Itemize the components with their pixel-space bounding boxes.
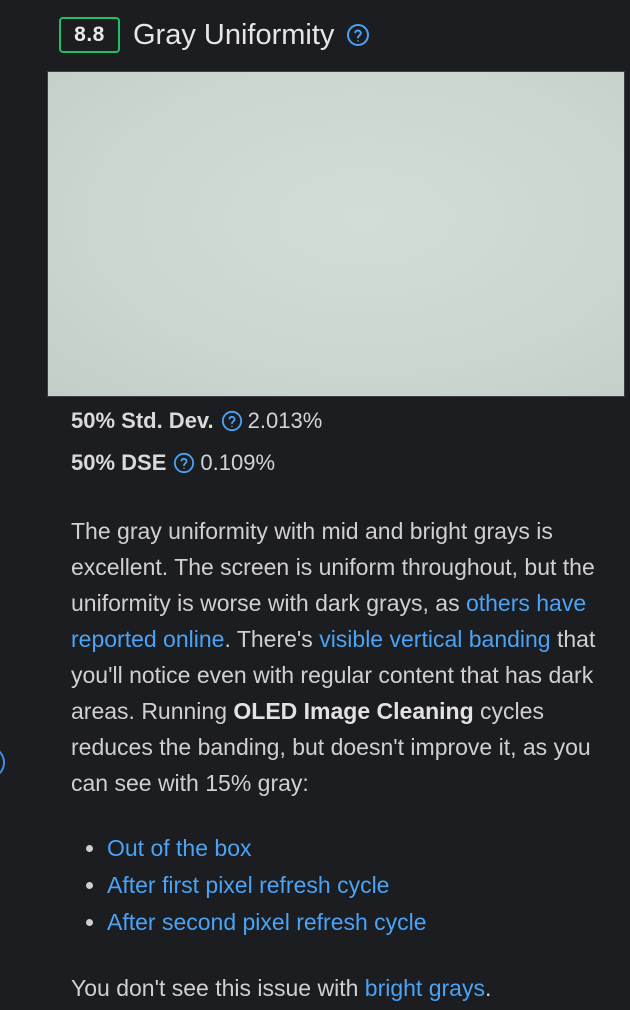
- paragraph-text: .: [484, 975, 492, 1001]
- paragraph-bold-text: OLED Image Cleaning: [233, 698, 474, 724]
- link-bright-grays[interactable]: bright grays: [365, 975, 485, 1001]
- link-visible-vertical-banding[interactable]: visible vertical banding: [319, 626, 550, 652]
- description-paragraph: The gray uniformity with mid and bright …: [71, 513, 616, 801]
- image-links-list: Out of the box After first pixel refresh…: [86, 830, 427, 941]
- sidebar-circle-button[interactable]: [0, 746, 5, 779]
- question-circle-icon[interactable]: [173, 452, 195, 474]
- measurement-dse: 50% DSE 0.109%: [71, 450, 275, 476]
- list-item: Out of the box: [86, 830, 427, 867]
- list-item: After first pixel refresh cycle: [86, 867, 427, 904]
- list-item: After second pixel refresh cycle: [86, 904, 427, 941]
- measurement-value: 2.013%: [247, 408, 323, 433]
- paragraph-text: You don't see this issue with: [71, 975, 365, 1001]
- measurement-label: 50% Std. Dev.: [71, 408, 214, 433]
- gray-uniformity-photo[interactable]: [47, 71, 625, 397]
- paragraph-text: . There's: [224, 626, 320, 652]
- link-after-first-refresh[interactable]: After first pixel refresh cycle: [107, 867, 389, 904]
- bullet-icon: [86, 845, 93, 852]
- link-after-second-refresh[interactable]: After second pixel refresh cycle: [107, 904, 427, 941]
- measurement-std-dev: 50% Std. Dev. 2.013%: [71, 408, 322, 434]
- question-circle-icon[interactable]: [346, 23, 370, 47]
- measurement-label: 50% DSE: [71, 450, 167, 475]
- section-title: Gray Uniformity: [133, 18, 335, 51]
- link-out-of-the-box[interactable]: Out of the box: [107, 830, 251, 867]
- bullet-icon: [86, 882, 93, 889]
- question-circle-icon[interactable]: [221, 410, 243, 432]
- score-badge: 8.8: [59, 17, 120, 53]
- section-header: 8.8 Gray Uniformity: [59, 17, 370, 53]
- closing-paragraph: You don't see this issue with bright gra…: [71, 970, 491, 1006]
- measurement-value: 0.109%: [200, 450, 276, 475]
- bullet-icon: [86, 919, 93, 926]
